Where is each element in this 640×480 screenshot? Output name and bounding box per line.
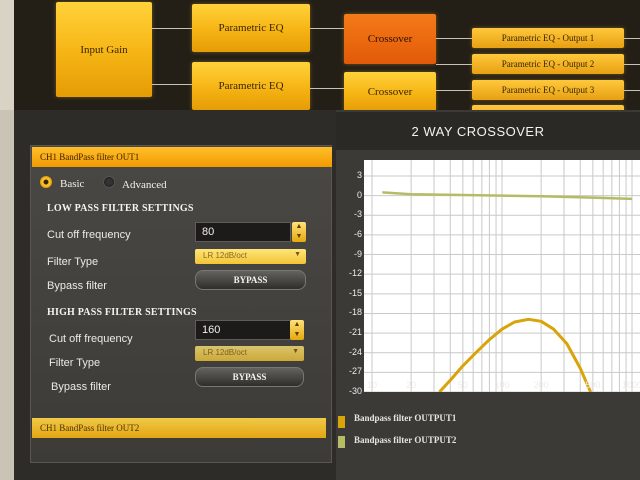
x-tick-label: 50	[457, 380, 468, 390]
x-tick-label: 200	[533, 380, 549, 390]
wire	[436, 38, 472, 39]
y-tick-label: -18	[348, 307, 362, 318]
low-pass-cutoff-label: Cut off frequency	[47, 229, 131, 241]
low-pass-bypass-label: Bypass filter	[47, 280, 107, 292]
wire	[310, 88, 344, 89]
y-tick-label: -24	[348, 346, 362, 357]
input-gain-block[interactable]: Input Gain	[56, 2, 152, 97]
legend-swatch-output2	[338, 436, 345, 448]
basic-radio-label[interactable]: Basic	[60, 178, 84, 190]
chevron-down-icon: ▼	[292, 348, 299, 355]
legend-label-output2: Bandpass filter OUTPUT2	[354, 435, 457, 445]
advanced-radio-label[interactable]: Advanced	[122, 179, 167, 191]
low-pass-filter-type-select[interactable]: LR 12dB/oct ▼	[195, 249, 306, 264]
low-pass-bypass-button[interactable]: BYPASS	[195, 270, 306, 290]
x-tick-label: 1000	[621, 380, 640, 390]
parametric-eq-block-1[interactable]: Parametric EQ	[192, 4, 310, 52]
high-pass-cutoff-stepper[interactable]: ▲ ▼	[290, 320, 304, 340]
y-tick-label: -21	[348, 327, 362, 338]
wire	[152, 84, 192, 85]
screen-bezel	[0, 110, 14, 480]
y-tick-label: -30	[348, 386, 362, 396]
x-tick-label: 100	[494, 380, 510, 390]
crossover-block-1[interactable]: Crossover	[344, 14, 436, 64]
high-pass-filter-type-value: LR 12dB/oct	[203, 348, 248, 357]
peq-output-3-block[interactable]: Parametric EQ - Output 3	[472, 80, 624, 100]
stepper-down-icon[interactable]: ▼	[290, 330, 304, 340]
basic-radio[interactable]	[40, 176, 52, 188]
x-tick-label: 10	[366, 380, 378, 390]
panel-title[interactable]: CH1 BandPass filter OUT1	[32, 147, 332, 167]
legend-label-output1: Bandpass filter OUTPUT1	[354, 413, 457, 423]
high-pass-bypass-label: Bypass filter	[51, 381, 111, 393]
wire	[152, 28, 192, 29]
y-tick-label: -27	[348, 366, 362, 377]
y-tick-label: -3	[353, 209, 362, 220]
screen-bezel	[0, 0, 14, 110]
high-pass-bypass-button[interactable]: BYPASS	[195, 367, 304, 387]
stepper-up-icon[interactable]: ▲	[290, 320, 304, 330]
graph-title: 2 WAY CROSSOVER	[336, 112, 640, 150]
wire	[436, 64, 472, 65]
panel-footer-out2[interactable]: CH1 BandPass filter OUT2	[32, 418, 326, 438]
low-pass-filter-type-value: LR 12dB/oct	[203, 251, 248, 260]
wire	[624, 64, 640, 65]
low-pass-cutoff-stepper[interactable]: ▲ ▼	[292, 222, 306, 242]
advanced-radio[interactable]	[103, 176, 115, 188]
low-pass-filter-type-label: Filter Type	[47, 256, 99, 268]
y-tick-label: -9	[353, 248, 362, 259]
low-pass-heading: LOW PASS FILTER SETTINGS	[47, 203, 194, 214]
parametric-eq-block-2[interactable]: Parametric EQ	[192, 62, 310, 110]
high-pass-filter-type-label: Filter Type	[49, 357, 101, 369]
high-pass-cutoff-label: Cut off frequency	[49, 333, 133, 345]
x-tick-label: 500	[585, 380, 601, 390]
y-tick-label: -12	[348, 268, 362, 279]
wire	[436, 90, 472, 91]
stepper-down-icon[interactable]: ▼	[292, 232, 306, 242]
legend-swatch-output1	[338, 416, 345, 428]
high-pass-filter-type-select[interactable]: LR 12dB/oct ▼	[195, 346, 304, 361]
crossover-plot	[364, 160, 640, 392]
y-tick-label: 3	[356, 170, 362, 180]
peq-output-2-block[interactable]: Parametric EQ - Output 2	[472, 54, 624, 74]
bandpass-settings-panel	[30, 145, 332, 463]
y-tick-label: 0	[356, 189, 362, 200]
y-tick-label: -15	[348, 287, 362, 298]
crossover-block-2[interactable]: Crossover	[344, 72, 436, 112]
wire	[310, 28, 344, 29]
x-tick-label: 20	[406, 380, 417, 390]
high-pass-heading: HIGH PASS FILTER SETTINGS	[47, 307, 197, 318]
low-pass-cutoff-input[interactable]: 80	[195, 222, 291, 242]
y-tick-label: -6	[353, 228, 362, 239]
wire	[624, 38, 640, 39]
peq-output-1-block[interactable]: Parametric EQ - Output 1	[472, 28, 624, 48]
stepper-up-icon[interactable]: ▲	[292, 222, 306, 232]
high-pass-cutoff-input[interactable]: 160	[195, 320, 291, 340]
chevron-down-icon: ▼	[294, 251, 301, 258]
wire	[624, 90, 640, 91]
